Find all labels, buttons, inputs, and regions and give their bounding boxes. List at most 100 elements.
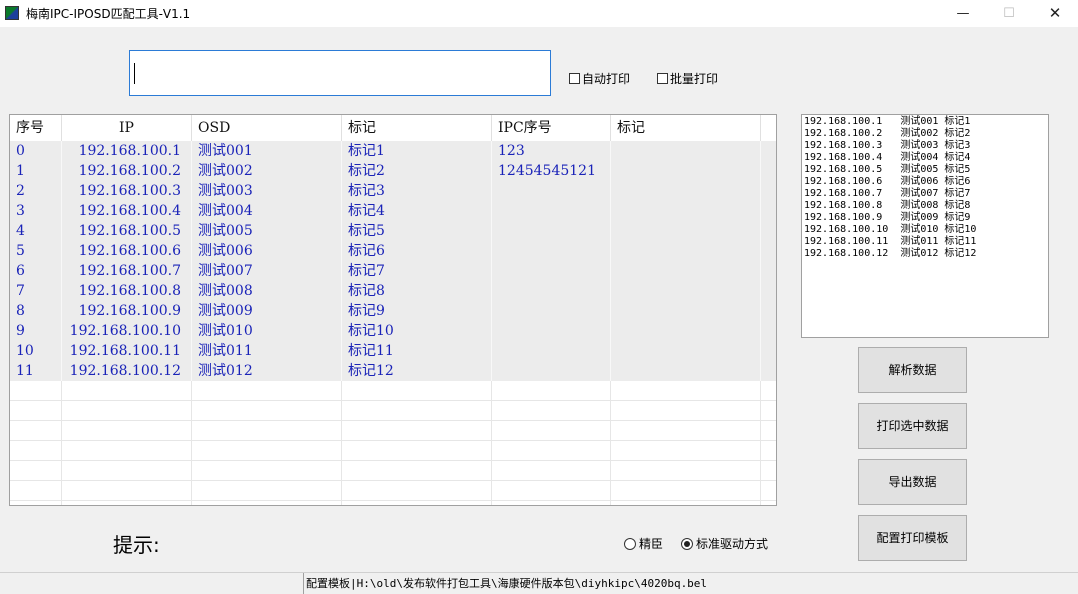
cell-col-ip[interactable]: 192.168.100.6 xyxy=(62,241,192,261)
cell-col-mark2[interactable] xyxy=(611,301,761,321)
cell-col-mark[interactable]: 标记11 xyxy=(342,341,492,361)
cell-col-ip[interactable]: 192.168.100.11 xyxy=(62,341,192,361)
cell-col-ipc-seq[interactable] xyxy=(492,281,611,301)
cell-col-mark[interactable]: 标记8 xyxy=(342,281,492,301)
cell-col-osd[interactable]: 测试011 xyxy=(192,341,342,361)
cell-col-ipc-seq[interactable] xyxy=(492,261,611,281)
list-item[interactable]: 192.168.100.8 测试008 标记8 xyxy=(804,200,1048,212)
cell-col-mark[interactable]: 标记10 xyxy=(342,321,492,341)
list-item[interactable]: 192.168.100.5 测试005 标记5 xyxy=(804,164,1048,176)
cell-col-mark2[interactable] xyxy=(611,241,761,261)
radio-circle[interactable] xyxy=(624,537,636,550)
table-row[interactable]: 5 192.168.100.6 测试006 标记6 xyxy=(10,241,776,261)
cell-col-mark[interactable]: 标记6 xyxy=(342,241,492,261)
cell-col-mark2[interactable] xyxy=(611,321,761,341)
cell-col-osd[interactable]: 测试010 xyxy=(192,321,342,341)
close-button[interactable]: ✕ xyxy=(1032,0,1078,27)
cell-col-mark2[interactable] xyxy=(611,261,761,281)
cell-col-mark2[interactable] xyxy=(611,281,761,301)
cell-col-ip[interactable]: 192.168.100.2 xyxy=(62,161,192,181)
cell-col-ip[interactable]: 192.168.100.7 xyxy=(62,261,192,281)
batch-print-checkbox[interactable]: 批量打印 xyxy=(657,70,718,87)
list-item[interactable]: 192.168.100.11 测试011 标记11 xyxy=(804,236,1048,248)
cell-col-osd[interactable]: 测试006 xyxy=(192,241,342,261)
header-col-seq[interactable]: 序号 xyxy=(10,115,62,141)
cell-col-ipc-seq[interactable] xyxy=(492,321,611,341)
cell-col-seq[interactable]: 3 xyxy=(10,201,62,221)
table-row[interactable]: 2 192.168.100.3 测试003 标记3 xyxy=(10,181,776,201)
cell-col-mark[interactable]: 标记12 xyxy=(342,361,492,381)
minimize-button[interactable]: — xyxy=(940,0,986,27)
table-row[interactable]: 11 192.168.100.12 测试012 标记12 xyxy=(10,361,776,381)
cell-col-ip[interactable]: 192.168.100.1 xyxy=(62,141,192,161)
radio-jingchen[interactable]: 精臣 xyxy=(624,535,663,552)
cell-col-osd[interactable]: 测试004 xyxy=(192,201,342,221)
cell-col-mark2[interactable] xyxy=(611,201,761,221)
table-row[interactable]: 7 192.168.100.8 测试008 标记8 xyxy=(10,281,776,301)
cell-col-seq[interactable]: 9 xyxy=(10,321,62,341)
header-col-mark2[interactable]: 标记 xyxy=(611,115,761,141)
header-col-osd[interactable]: OSD xyxy=(192,115,342,141)
header-col-ip[interactable]: IP xyxy=(62,115,192,141)
cell-col-ip[interactable]: 192.168.100.3 xyxy=(62,181,192,201)
cell-col-ip[interactable]: 192.168.100.5 xyxy=(62,221,192,241)
list-item[interactable]: 192.168.100.1 测试001 标记1 xyxy=(804,116,1048,128)
cell-col-ipc-seq[interactable] xyxy=(492,361,611,381)
list-item[interactable]: 192.168.100.10 测试010 标记10 xyxy=(804,224,1048,236)
auto-print-checkbox[interactable]: 自动打印 xyxy=(569,70,630,87)
cell-col-osd[interactable]: 测试012 xyxy=(192,361,342,381)
cell-col-osd[interactable]: 测试003 xyxy=(192,181,342,201)
cell-col-ipc-seq[interactable] xyxy=(492,301,611,321)
table-row[interactable]: 3 192.168.100.4 测试004 标记4 xyxy=(10,201,776,221)
table-row[interactable]: 6 192.168.100.7 测试007 标记7 xyxy=(10,261,776,281)
cell-col-mark[interactable]: 标记7 xyxy=(342,261,492,281)
table-row[interactable]: 9 192.168.100.10 测试010 标记10 xyxy=(10,321,776,341)
cell-col-osd[interactable]: 测试009 xyxy=(192,301,342,321)
export-data-button[interactable]: 导出数据 xyxy=(858,459,967,505)
cell-col-mark[interactable]: 标记2 xyxy=(342,161,492,181)
table-row[interactable]: 4 192.168.100.5 测试005 标记5 xyxy=(10,221,776,241)
cell-col-mark[interactable]: 标记1 xyxy=(342,141,492,161)
cell-col-ip[interactable]: 192.168.100.12 xyxy=(62,361,192,381)
list-item[interactable]: 192.168.100.3 测试003 标记3 xyxy=(804,140,1048,152)
cell-col-ipc-seq[interactable] xyxy=(492,201,611,221)
cell-col-mark[interactable]: 标记5 xyxy=(342,221,492,241)
list-item[interactable]: 192.168.100.12 测试012 标记12 xyxy=(804,248,1048,260)
cell-col-mark2[interactable] xyxy=(611,181,761,201)
cell-col-mark[interactable]: 标记3 xyxy=(342,181,492,201)
header-col-mark[interactable]: 标记 xyxy=(342,115,492,141)
raw-data-listbox[interactable]: 192.168.100.1 测试001 标记1 192.168.100.2 测试0… xyxy=(801,114,1049,338)
cell-col-seq[interactable]: 7 xyxy=(10,281,62,301)
cell-col-seq[interactable]: 6 xyxy=(10,261,62,281)
cell-col-osd[interactable]: 测试001 xyxy=(192,141,342,161)
list-item[interactable]: 192.168.100.7 测试007 标记7 xyxy=(804,188,1048,200)
cell-col-osd[interactable]: 测试007 xyxy=(192,261,342,281)
cell-col-seq[interactable]: 10 xyxy=(10,341,62,361)
cell-col-ip[interactable]: 192.168.100.10 xyxy=(62,321,192,341)
cell-col-seq[interactable]: 1 xyxy=(10,161,62,181)
list-item[interactable]: 192.168.100.6 测试006 标记6 xyxy=(804,176,1048,188)
table-row[interactable]: 10 192.168.100.11 测试011 标记11 xyxy=(10,341,776,361)
cell-col-seq[interactable]: 11 xyxy=(10,361,62,381)
cell-col-ipc-seq[interactable] xyxy=(492,241,611,261)
cell-col-ipc-seq[interactable]: 123 xyxy=(492,141,611,161)
parse-data-button[interactable]: 解析数据 xyxy=(858,347,967,393)
table-row[interactable]: 0 192.168.100.1 测试001 标记1 123 xyxy=(10,141,776,161)
cell-col-mark2[interactable] xyxy=(611,141,761,161)
checkbox-box[interactable] xyxy=(569,73,580,84)
cell-col-ipc-seq[interactable]: 12454545121 xyxy=(492,161,611,181)
cell-col-ip[interactable]: 192.168.100.9 xyxy=(62,301,192,321)
cell-col-mark2[interactable] xyxy=(611,361,761,381)
table-row[interactable]: 1 192.168.100.2 测试002 标记2 12454545121 xyxy=(10,161,776,181)
cell-col-osd[interactable]: 测试008 xyxy=(192,281,342,301)
maximize-button[interactable]: ☐ xyxy=(986,0,1032,27)
print-selected-button[interactable]: 打印选中数据 xyxy=(858,403,967,449)
cell-col-ip[interactable]: 192.168.100.8 xyxy=(62,281,192,301)
cell-col-osd[interactable]: 测试005 xyxy=(192,221,342,241)
list-item[interactable]: 192.168.100.4 测试004 标记4 xyxy=(804,152,1048,164)
cell-col-ip[interactable]: 192.168.100.4 xyxy=(62,201,192,221)
radio-standard-driver[interactable]: 标准驱动方式 xyxy=(681,535,768,552)
header-col-ipc-seq[interactable]: IPC序号 xyxy=(492,115,611,141)
radio-circle[interactable] xyxy=(681,537,693,550)
cell-col-osd[interactable]: 测试002 xyxy=(192,161,342,181)
